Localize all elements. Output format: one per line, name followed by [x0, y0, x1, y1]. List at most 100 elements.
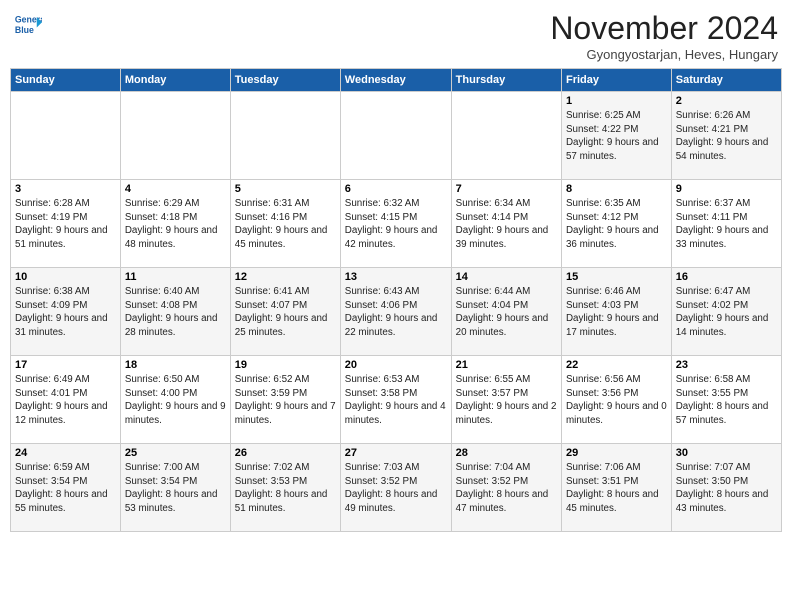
day-number: 16 [676, 271, 777, 283]
day-number: 1 [566, 95, 667, 107]
calendar-cell: 6 Sunrise: 6:32 AM Sunset: 4:15 PM Daylig… [340, 180, 451, 268]
day-number: 8 [566, 183, 667, 195]
day-info: Sunrise: 6:59 AM Sunset: 3:54 PM Dayligh… [15, 461, 116, 516]
calendar-cell: 8 Sunrise: 6:35 AM Sunset: 4:12 PM Daylig… [561, 180, 671, 268]
day-info: Sunrise: 7:04 AM Sunset: 3:52 PM Dayligh… [456, 461, 557, 516]
day-info: Sunrise: 6:34 AM Sunset: 4:14 PM Dayligh… [456, 197, 557, 252]
day-number: 11 [125, 271, 226, 283]
calendar-cell: 1 Sunrise: 6:25 AM Sunset: 4:22 PM Daylig… [561, 92, 671, 180]
calendar-cell: 27Sunrise: 7:03 AM Sunset: 3:52 PM Dayli… [340, 444, 451, 532]
day-info: Sunrise: 6:47 AM Sunset: 4:02 PM Dayligh… [676, 285, 777, 340]
day-number: 21 [456, 359, 557, 371]
day-number: 3 [15, 183, 116, 195]
calendar-week-4: 17 Sunrise: 6:49 AM Sunset: 4:01 PM Dayli… [11, 356, 782, 444]
day-number: 13 [345, 271, 447, 283]
calendar-cell: 25 Sunrise: 7:00 AM Sunset: 3:54 PM Dayli… [120, 444, 230, 532]
day-info: Sunrise: 6:29 AM Sunset: 4:18 PM Dayligh… [125, 197, 226, 252]
day-info: Sunrise: 6:26 AM Sunset: 4:21 PM Dayligh… [676, 109, 777, 164]
day-number: 6 [345, 183, 447, 195]
day-number: 29 [566, 447, 667, 459]
calendar-cell [120, 92, 230, 180]
day-number: 14 [456, 271, 557, 283]
day-info: Sunrise: 6:58 AM Sunset: 3:55 PM Dayligh… [676, 373, 777, 428]
calendar-cell: 10Sunrise: 6:38 AM Sunset: 4:09 PM Dayli… [11, 268, 121, 356]
day-info: Sunrise: 6:35 AM Sunset: 4:12 PM Dayligh… [566, 197, 667, 252]
day-info: Sunrise: 6:43 AM Sunset: 4:06 PM Dayligh… [345, 285, 447, 340]
calendar-body: 1 Sunrise: 6:25 AM Sunset: 4:22 PM Daylig… [11, 92, 782, 532]
calendar-cell: 30 Sunrise: 7:07 AM Sunset: 3:50 PM Dayli… [671, 444, 781, 532]
day-number: 7 [456, 183, 557, 195]
logo-icon: General Blue [14, 10, 42, 38]
day-header-monday: Monday [120, 69, 230, 92]
day-info: Sunrise: 7:06 AM Sunset: 3:51 PM Dayligh… [566, 461, 667, 516]
day-number: 9 [676, 183, 777, 195]
day-header-thursday: Thursday [451, 69, 561, 92]
day-number: 4 [125, 183, 226, 195]
calendar-cell [230, 92, 340, 180]
day-number: 12 [235, 271, 336, 283]
calendar-week-3: 10Sunrise: 6:38 AM Sunset: 4:09 PM Dayli… [11, 268, 782, 356]
day-number: 19 [235, 359, 336, 371]
day-number: 26 [235, 447, 336, 459]
day-number: 15 [566, 271, 667, 283]
day-number: 27 [345, 447, 447, 459]
day-info: Sunrise: 6:49 AM Sunset: 4:01 PM Dayligh… [15, 373, 116, 428]
day-info: Sunrise: 6:53 AM Sunset: 3:58 PM Dayligh… [345, 373, 447, 428]
calendar-cell: 21Sunrise: 6:55 AM Sunset: 3:57 PM Dayli… [451, 356, 561, 444]
calendar-header-row: SundayMondayTuesdayWednesdayThursdayFrid… [11, 69, 782, 92]
day-header-saturday: Saturday [671, 69, 781, 92]
day-number: 28 [456, 447, 557, 459]
calendar-cell: 2 Sunrise: 6:26 AM Sunset: 4:21 PM Daylig… [671, 92, 781, 180]
title-block: November 2024 Gyongyostarjan, Heves, Hun… [550, 10, 778, 62]
calendar-cell: 19 Sunrise: 6:52 AM Sunset: 3:59 PM Dayli… [230, 356, 340, 444]
day-number: 2 [676, 95, 777, 107]
day-header-tuesday: Tuesday [230, 69, 340, 92]
day-info: Sunrise: 7:02 AM Sunset: 3:53 PM Dayligh… [235, 461, 336, 516]
calendar-cell: 24Sunrise: 6:59 AM Sunset: 3:54 PM Dayli… [11, 444, 121, 532]
calendar-cell: 12 Sunrise: 6:41 AM Sunset: 4:07 PM Dayli… [230, 268, 340, 356]
calendar-cell: 14 Sunrise: 6:44 AM Sunset: 4:04 PM Dayli… [451, 268, 561, 356]
calendar-cell: 11Sunrise: 6:40 AM Sunset: 4:08 PM Dayli… [120, 268, 230, 356]
day-info: Sunrise: 6:32 AM Sunset: 4:15 PM Dayligh… [345, 197, 447, 252]
calendar-cell: 3Sunrise: 6:28 AM Sunset: 4:19 PM Daylig… [11, 180, 121, 268]
calendar-cell: 22Sunrise: 6:56 AM Sunset: 3:56 PM Dayli… [561, 356, 671, 444]
svg-text:Blue: Blue [15, 25, 34, 35]
calendar-cell [11, 92, 121, 180]
calendar-cell: 7 Sunrise: 6:34 AM Sunset: 4:14 PM Daylig… [451, 180, 561, 268]
day-info: Sunrise: 6:50 AM Sunset: 4:00 PM Dayligh… [125, 373, 226, 428]
calendar-week-5: 24Sunrise: 6:59 AM Sunset: 3:54 PM Dayli… [11, 444, 782, 532]
calendar-cell: 29 Sunrise: 7:06 AM Sunset: 3:51 PM Dayli… [561, 444, 671, 532]
day-number: 17 [15, 359, 116, 371]
day-info: Sunrise: 6:41 AM Sunset: 4:07 PM Dayligh… [235, 285, 336, 340]
calendar-cell: 5 Sunrise: 6:31 AM Sunset: 4:16 PM Daylig… [230, 180, 340, 268]
day-info: Sunrise: 6:25 AM Sunset: 4:22 PM Dayligh… [566, 109, 667, 164]
calendar-week-2: 3Sunrise: 6:28 AM Sunset: 4:19 PM Daylig… [11, 180, 782, 268]
day-info: Sunrise: 7:07 AM Sunset: 3:50 PM Dayligh… [676, 461, 777, 516]
day-info: Sunrise: 6:52 AM Sunset: 3:59 PM Dayligh… [235, 373, 336, 428]
day-info: Sunrise: 6:31 AM Sunset: 4:16 PM Dayligh… [235, 197, 336, 252]
day-number: 25 [125, 447, 226, 459]
calendar-table: SundayMondayTuesdayWednesdayThursdayFrid… [10, 68, 782, 532]
month-title: November 2024 [550, 10, 778, 47]
calendar-cell [340, 92, 451, 180]
day-info: Sunrise: 6:37 AM Sunset: 4:11 PM Dayligh… [676, 197, 777, 252]
day-number: 30 [676, 447, 777, 459]
day-info: Sunrise: 6:44 AM Sunset: 4:04 PM Dayligh… [456, 285, 557, 340]
calendar-cell: 4 Sunrise: 6:29 AM Sunset: 4:18 PM Daylig… [120, 180, 230, 268]
calendar-cell: 17 Sunrise: 6:49 AM Sunset: 4:01 PM Dayli… [11, 356, 121, 444]
day-info: Sunrise: 6:46 AM Sunset: 4:03 PM Dayligh… [566, 285, 667, 340]
day-info: Sunrise: 6:38 AM Sunset: 4:09 PM Dayligh… [15, 285, 116, 340]
day-header-friday: Friday [561, 69, 671, 92]
page-header: General Blue November 2024 Gyongyostarja… [10, 10, 782, 62]
calendar-cell: 26 Sunrise: 7:02 AM Sunset: 3:53 PM Dayli… [230, 444, 340, 532]
day-info: Sunrise: 7:00 AM Sunset: 3:54 PM Dayligh… [125, 461, 226, 516]
calendar-cell: 28 Sunrise: 7:04 AM Sunset: 3:52 PM Dayli… [451, 444, 561, 532]
day-number: 20 [345, 359, 447, 371]
day-number: 23 [676, 359, 777, 371]
day-number: 5 [235, 183, 336, 195]
day-number: 18 [125, 359, 226, 371]
day-header-wednesday: Wednesday [340, 69, 451, 92]
location: Gyongyostarjan, Heves, Hungary [550, 47, 778, 62]
calendar-cell: 18 Sunrise: 6:50 AM Sunset: 4:00 PM Dayli… [120, 356, 230, 444]
calendar-cell: 13 Sunrise: 6:43 AM Sunset: 4:06 PM Dayli… [340, 268, 451, 356]
